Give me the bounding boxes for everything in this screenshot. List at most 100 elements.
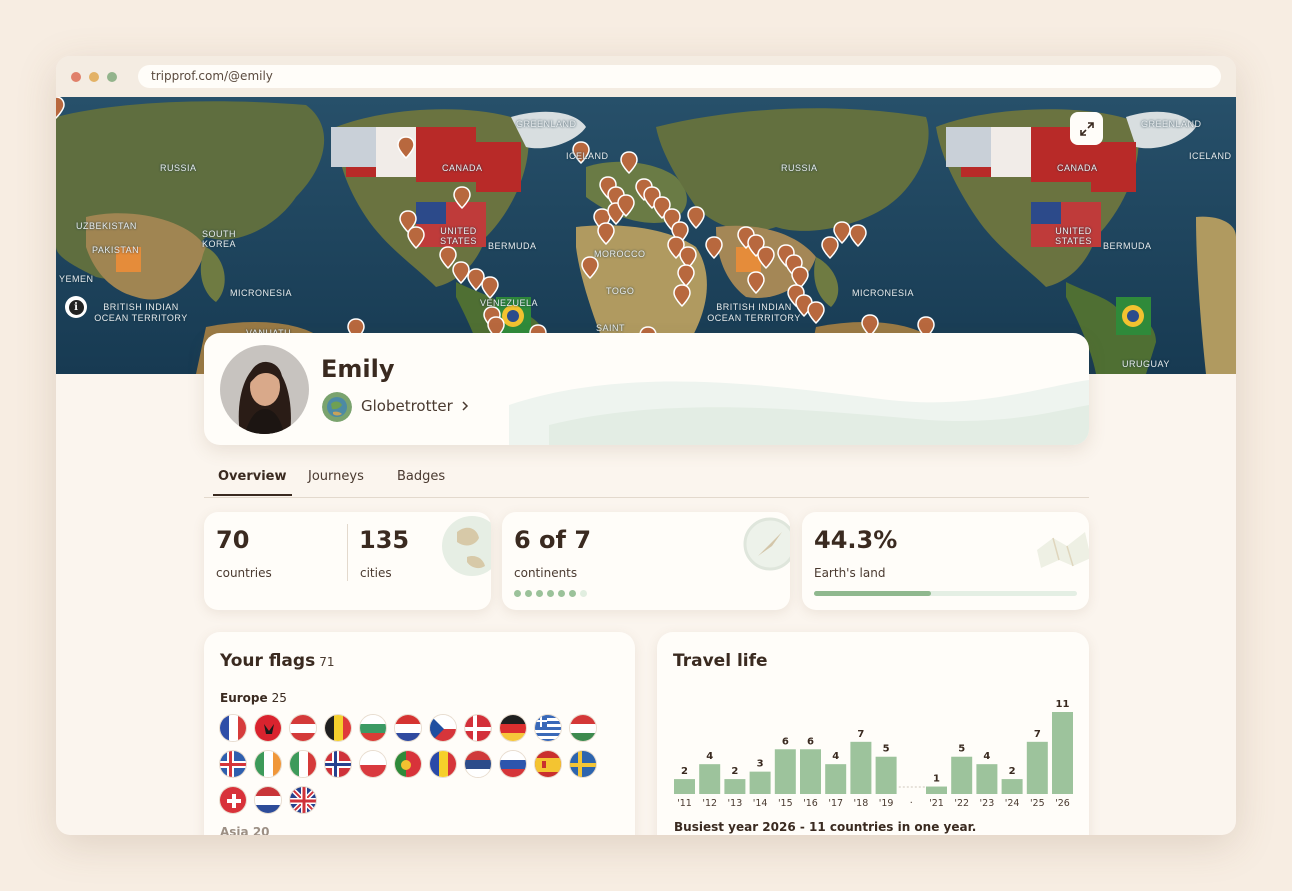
land-percentage: 44.3% bbox=[814, 526, 898, 554]
flag-france[interactable] bbox=[219, 714, 247, 742]
continents-card[interactable]: 6 of 7 continents bbox=[502, 512, 790, 610]
close-window-dot[interactable] bbox=[71, 72, 81, 82]
map-label: MOROCCO bbox=[594, 249, 646, 259]
chart-bar bbox=[951, 756, 973, 794]
map-label: ICELAND bbox=[566, 151, 609, 161]
continent-dot bbox=[547, 590, 554, 597]
expand-icon bbox=[1079, 121, 1094, 136]
slovenia-flag-icon bbox=[500, 751, 526, 777]
chart-bar bbox=[800, 749, 821, 794]
chart-bar bbox=[749, 771, 771, 794]
cities-label: cities bbox=[360, 566, 392, 580]
continent-dot bbox=[580, 590, 587, 597]
flag-slovenia[interactable] bbox=[499, 750, 527, 778]
chart-tick-label: '13 bbox=[728, 798, 743, 807]
chart-data-label: 2 bbox=[731, 766, 738, 777]
continent-dot bbox=[536, 590, 543, 597]
netherlands-flag-icon bbox=[255, 787, 281, 813]
flag-norway[interactable] bbox=[324, 750, 352, 778]
flag-ireland[interactable] bbox=[254, 750, 282, 778]
flag-austria[interactable] bbox=[289, 714, 317, 742]
flag-denmark[interactable] bbox=[464, 714, 492, 742]
flags-title-text: Your flags bbox=[220, 651, 316, 671]
flag-italy[interactable] bbox=[289, 750, 317, 778]
profile-tabs: Overview Journeys Badges bbox=[204, 461, 1089, 498]
maximize-window-dot[interactable] bbox=[107, 72, 117, 82]
chart-tick-label: '19 bbox=[879, 798, 894, 807]
badge-link[interactable]: Globetrotter bbox=[361, 397, 469, 415]
flag-croatia[interactable] bbox=[394, 714, 422, 742]
czechia-flag-icon bbox=[430, 715, 456, 741]
portugal-flag-icon bbox=[395, 751, 421, 777]
globe-icon bbox=[442, 516, 491, 576]
flag-germany[interactable] bbox=[499, 714, 527, 742]
flag-netherlands[interactable] bbox=[254, 786, 282, 814]
region-name: Europe bbox=[220, 691, 268, 705]
countries-cities-card[interactable]: 70 countries 135 cities bbox=[204, 512, 491, 610]
map-label: MICRONESIA bbox=[852, 288, 915, 298]
chart-bar bbox=[976, 764, 998, 794]
flag-sweden[interactable] bbox=[569, 750, 597, 778]
chart-data-label: 2 bbox=[1009, 766, 1016, 777]
chart-tick-label: '17 bbox=[828, 798, 843, 807]
flag-serbia[interactable] bbox=[464, 750, 492, 778]
info-icon: i bbox=[68, 299, 84, 315]
land-progress-fill bbox=[814, 591, 931, 596]
flag-belgium[interactable] bbox=[324, 714, 352, 742]
flag-switzerland[interactable] bbox=[219, 786, 247, 814]
address-bar[interactable]: tripprof.com/@emily bbox=[138, 65, 1221, 88]
earth-land-card[interactable]: 44.3% Earth's land bbox=[802, 512, 1089, 610]
region-header-europe: Europe 25 bbox=[220, 691, 287, 705]
flag-romania[interactable] bbox=[429, 750, 457, 778]
countries-count: 70 bbox=[216, 526, 250, 554]
albania-flag-icon bbox=[255, 715, 281, 741]
chart-tick-label: '11 bbox=[677, 798, 692, 807]
expand-map-button[interactable] bbox=[1070, 112, 1103, 145]
land-label: Earth's land bbox=[814, 566, 886, 580]
map-label: ICELAND bbox=[1189, 151, 1232, 161]
flag-bulgaria[interactable] bbox=[359, 714, 387, 742]
chart-tick-label: '12 bbox=[702, 798, 717, 807]
croatia-flag-icon bbox=[395, 715, 421, 741]
busiest-year-text: Busiest year 2026 - 11 countries in one … bbox=[674, 820, 977, 834]
bulgaria-flag-icon bbox=[360, 715, 386, 741]
region-header-asia: Asia 20 bbox=[220, 825, 270, 835]
chart-bar bbox=[1026, 741, 1048, 794]
minimize-window-dot[interactable] bbox=[89, 72, 99, 82]
tab-overview[interactable]: Overview bbox=[213, 469, 292, 496]
browser-titlebar: tripprof.com/@emily bbox=[56, 56, 1236, 97]
flag-hungary[interactable] bbox=[569, 714, 597, 742]
chart-bar bbox=[699, 764, 721, 794]
map-label: CANADA bbox=[442, 163, 483, 173]
tab-badges[interactable]: Badges bbox=[397, 469, 445, 494]
flag-iceland[interactable] bbox=[219, 750, 247, 778]
flag-portugal[interactable] bbox=[394, 750, 422, 778]
map-info-button[interactable]: i bbox=[65, 296, 87, 318]
flag-poland[interactable] bbox=[359, 750, 387, 778]
spain-flag-icon bbox=[535, 751, 561, 777]
map-label: GREENLAND bbox=[1141, 119, 1202, 129]
romania-flag-icon bbox=[430, 751, 456, 777]
chart-data-label: 4 bbox=[832, 751, 839, 762]
map-label: URUGUAY bbox=[1122, 359, 1170, 369]
chart-tick-label: '18 bbox=[854, 798, 869, 807]
chart-data-label: 4 bbox=[706, 751, 713, 762]
chart-bar bbox=[774, 749, 796, 794]
chart-data-label: 1 bbox=[933, 774, 940, 785]
globetrotter-badge-icon bbox=[322, 392, 352, 422]
flag-spain[interactable] bbox=[534, 750, 562, 778]
avatar-image bbox=[220, 345, 309, 434]
chart-data-label: 11 bbox=[1056, 699, 1070, 710]
map-label: BRITISH INDIAN OCEAN TERRITORY bbox=[707, 302, 801, 323]
flag-united-kingdom[interactable] bbox=[289, 786, 317, 814]
chart-tick-label: · bbox=[910, 798, 913, 807]
flag-czechia[interactable] bbox=[429, 714, 457, 742]
tab-journeys[interactable]: Journeys bbox=[308, 469, 364, 494]
cities-count: 135 bbox=[359, 526, 410, 554]
sweden-flag-icon bbox=[570, 751, 596, 777]
flag-albania[interactable] bbox=[254, 714, 282, 742]
chart-bar bbox=[724, 779, 746, 794]
avatar[interactable] bbox=[220, 345, 309, 434]
flag-greece[interactable] bbox=[534, 714, 562, 742]
map-label: UNITED STATES bbox=[1055, 226, 1092, 246]
